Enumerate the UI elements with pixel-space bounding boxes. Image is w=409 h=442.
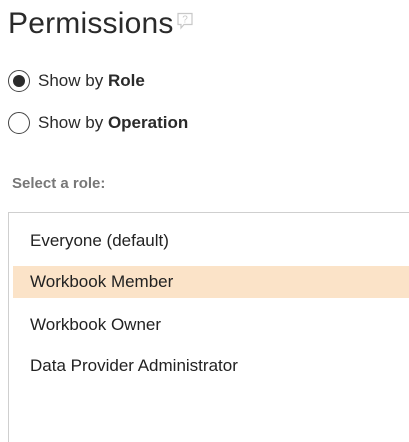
list-item-workbook-owner[interactable]: Workbook Owner — [13, 309, 409, 341]
permissions-panel: Permissions ? Show by Role Show by Opera… — [0, 0, 409, 442]
list-item-workbook-member[interactable]: Workbook Member — [13, 266, 409, 298]
svg-text:?: ? — [182, 15, 188, 26]
select-role-label: Select a role: — [12, 175, 106, 192]
radio-label-role: Show by Role — [38, 71, 145, 90]
radio-show-by-operation[interactable]: Show by Operation — [8, 112, 188, 134]
role-listbox[interactable]: Everyone (default) Workbook Member Workb… — [8, 212, 409, 442]
question-bubble-icon[interactable]: ? — [176, 12, 194, 30]
radio-show-by-role[interactable]: Show by Role — [8, 70, 145, 92]
radio-button-checked[interactable] — [8, 70, 30, 92]
list-item-everyone[interactable]: Everyone (default) — [13, 225, 409, 257]
page-title: Permissions — [8, 7, 174, 40]
radio-label-operation: Show by Operation — [38, 113, 189, 132]
radio-button-unchecked[interactable] — [8, 112, 30, 134]
title-row: Permissions ? — [8, 6, 194, 42]
list-item-data-provider-administrator[interactable]: Data Provider Administrator — [13, 350, 409, 382]
